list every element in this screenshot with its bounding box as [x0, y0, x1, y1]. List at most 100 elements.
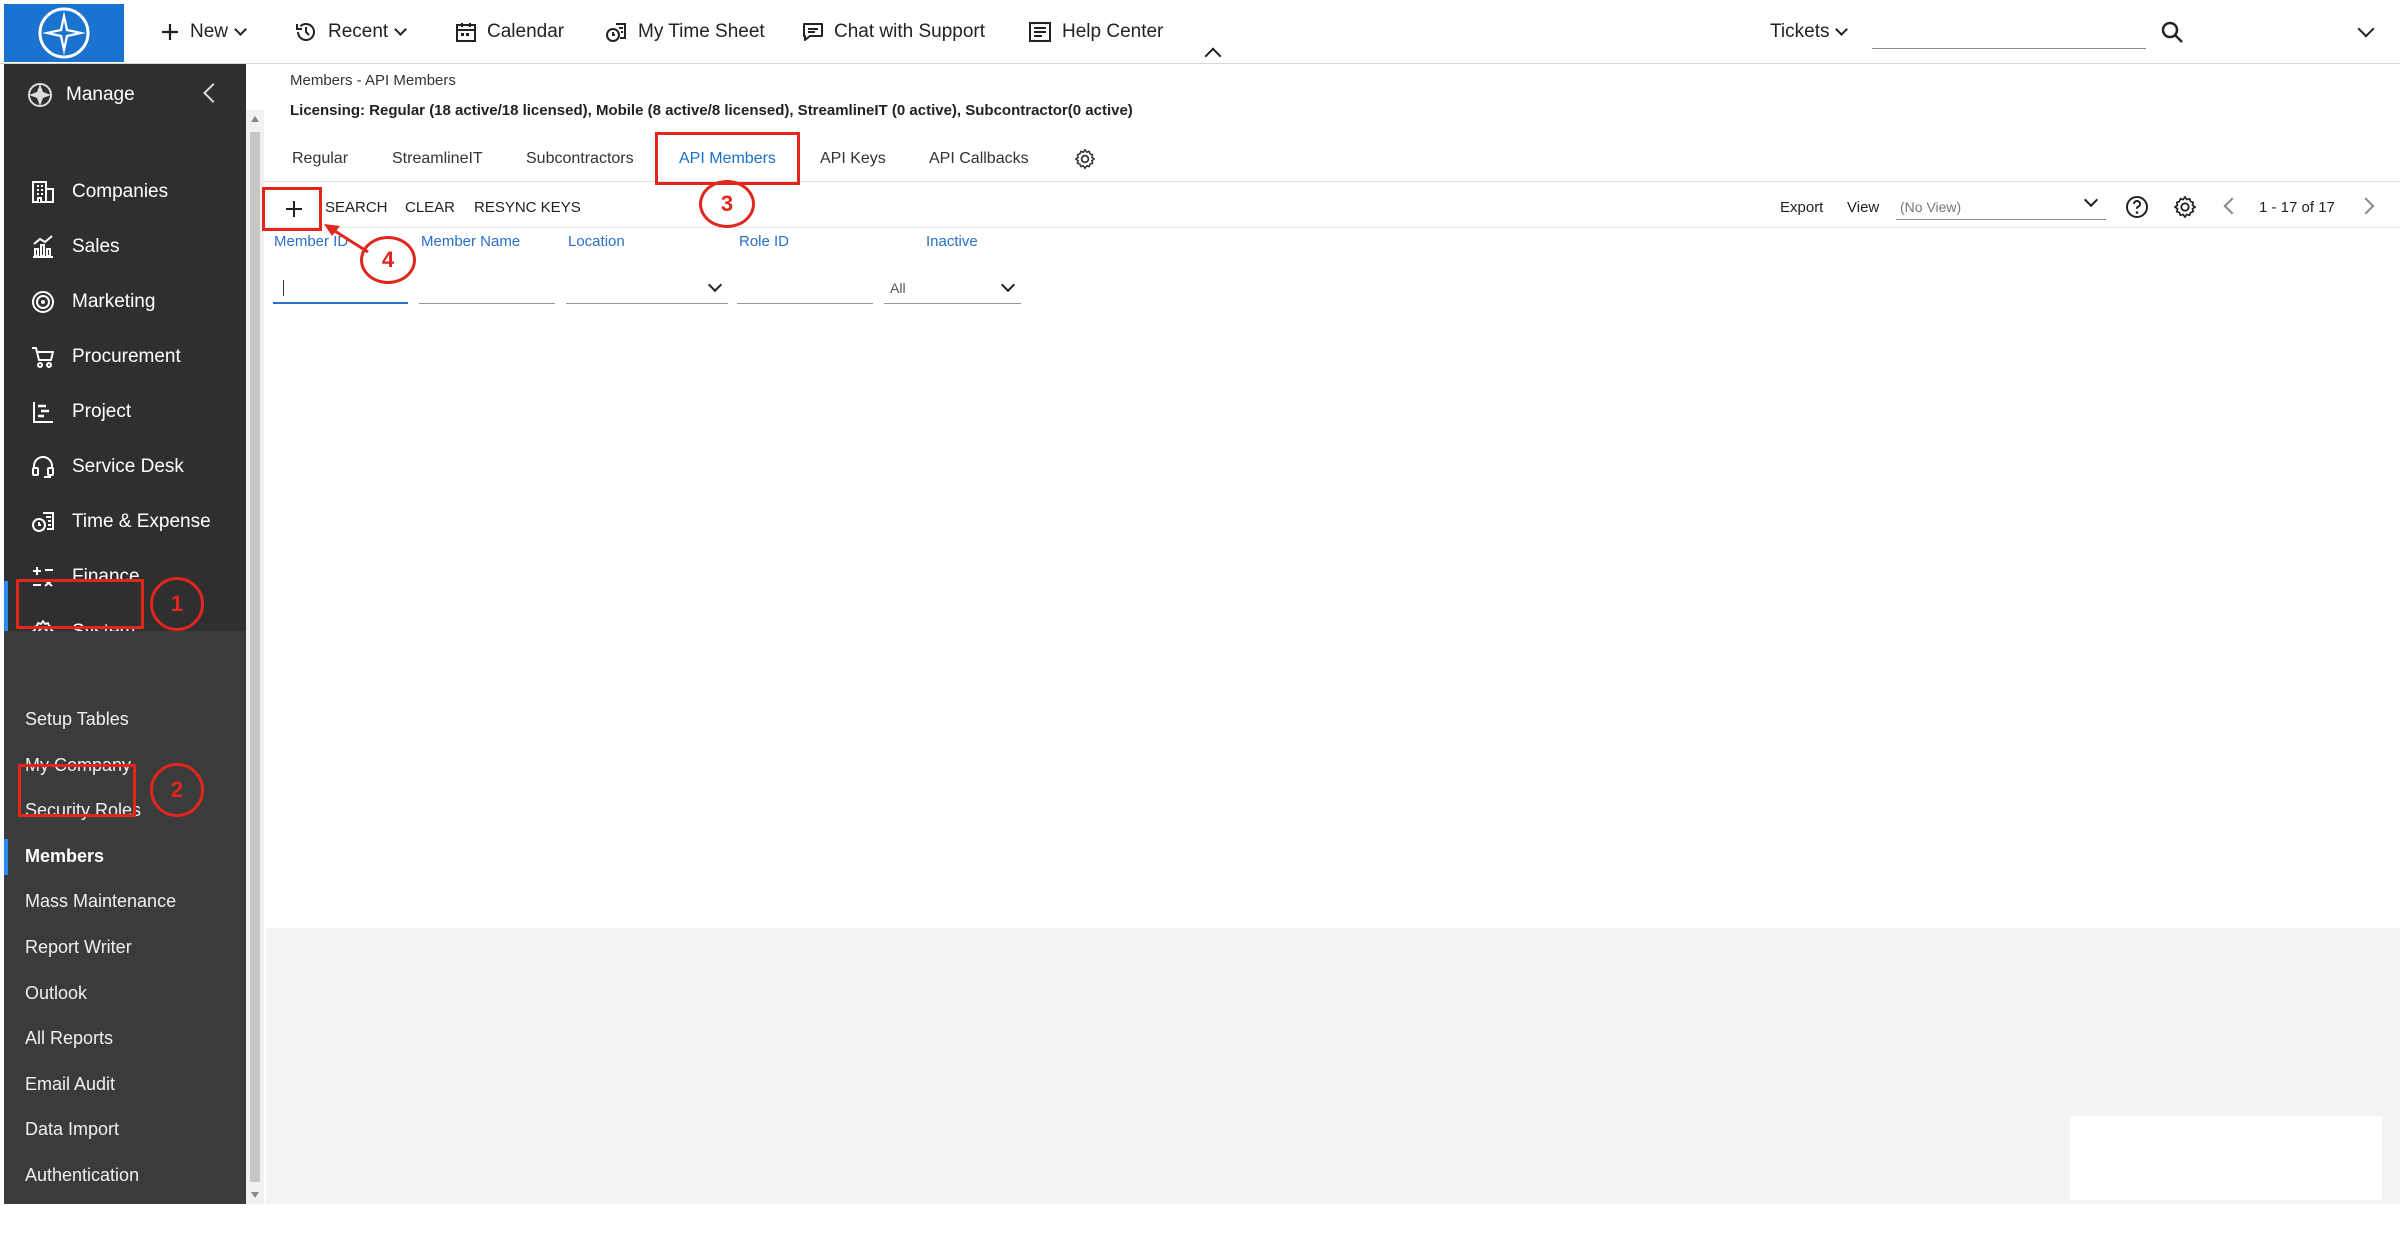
top-search-input[interactable]	[1872, 48, 2146, 49]
search-icon	[2160, 20, 2184, 44]
sales-chart-icon	[28, 232, 58, 262]
overlay-panel	[2070, 1116, 2382, 1200]
sidebar-item-companies[interactable]: Companies	[4, 165, 246, 219]
manage-label: Manage	[66, 84, 135, 105]
chat-label: Chat with Support	[834, 21, 986, 42]
column-header-role-id[interactable]: Role ID	[739, 233, 789, 250]
submenu-setup-tables[interactable]: Setup Tables	[4, 708, 246, 731]
chat-icon	[802, 21, 824, 43]
submenu-authentication[interactable]: Authentication	[4, 1164, 246, 1187]
pager-text: 1 - 17 of 17	[2259, 199, 2335, 216]
time-expense-icon	[28, 507, 58, 537]
scroll-down-icon[interactable]	[251, 1192, 259, 1198]
tickets-label: Tickets	[1770, 21, 1830, 42]
timesheet-icon	[604, 20, 628, 44]
submenu-all-reports[interactable]: All Reports	[4, 1027, 246, 1050]
chevron-down-icon	[2357, 20, 2375, 38]
top-bar: New Recent Calendar My Time Sheet Chat w…	[0, 0, 2400, 65]
search-grid-button[interactable]: SEARCH	[325, 199, 388, 216]
scroll-up-icon[interactable]	[251, 116, 259, 122]
submenu-members[interactable]: Members	[4, 839, 246, 875]
sidebar-item-label: Project	[72, 401, 132, 422]
submenu-outlook[interactable]: Outlook	[4, 982, 246, 1005]
chevron-down-icon	[394, 22, 408, 36]
export-button[interactable]: Export	[1780, 199, 1823, 216]
tabs-divider	[264, 181, 2400, 182]
help-icon[interactable]	[2125, 195, 2149, 223]
tab-subcontractors[interactable]: Subcontractors	[526, 150, 634, 168]
annotation-box-add-button	[262, 187, 322, 231]
sidebar-item-label: Time & Expense	[72, 511, 211, 532]
sidebar-item-procurement[interactable]: Procurement	[4, 330, 246, 384]
next-page-icon[interactable]	[2357, 197, 2376, 215]
clear-button[interactable]: CLEAR	[405, 199, 455, 216]
column-header-inactive[interactable]: Inactive	[926, 233, 978, 250]
headset-icon	[28, 452, 58, 482]
project-icon	[28, 397, 58, 427]
tab-api-keys[interactable]: API Keys	[820, 150, 886, 168]
sidebar-item-label: Sales	[72, 236, 120, 257]
sidebar-scrollbar[interactable]	[246, 110, 264, 1204]
filter-role-id-input[interactable]	[737, 272, 873, 304]
calendar-link[interactable]: Calendar	[455, 0, 564, 64]
previous-page-icon[interactable]	[2222, 197, 2241, 215]
calendar-icon	[455, 21, 477, 43]
annotation-arrow	[324, 224, 369, 254]
tab-api-callbacks[interactable]: API Callbacks	[929, 150, 1029, 168]
sidebar-item-label: Companies	[72, 181, 169, 202]
calendar-label: Calendar	[487, 21, 565, 42]
resync-keys-button[interactable]: RESYNC KEYS	[474, 199, 581, 216]
connectwise-logo[interactable]	[4, 4, 124, 62]
filter-inactive-select[interactable]: All	[884, 272, 1021, 304]
search-button[interactable]	[2160, 0, 2194, 64]
building-icon	[28, 177, 58, 207]
collapse-header-icon[interactable]	[1204, 47, 1222, 65]
sidebar-item-sales[interactable]: Sales	[4, 220, 246, 274]
breadcrumb: Members - API Members	[290, 72, 456, 89]
filter-location-select[interactable]	[566, 272, 728, 304]
column-header-member-name[interactable]: Member Name	[421, 233, 520, 250]
submenu-email-audit[interactable]: Email Audit	[4, 1073, 246, 1096]
annotation-marker-3: 3	[699, 180, 755, 228]
sidebar-item-service-desk[interactable]: Service Desk	[4, 440, 246, 494]
recent-label: Recent	[328, 21, 389, 42]
sidebar-item-time-expense[interactable]: Time & Expense	[4, 495, 246, 549]
new-menu[interactable]: New	[160, 0, 247, 64]
chevron-down-icon	[707, 277, 723, 293]
filter-member-name-input[interactable]	[419, 272, 555, 304]
submenu-data-import[interactable]: Data Import	[4, 1118, 246, 1141]
help-center-icon	[1028, 21, 1052, 43]
recent-menu[interactable]: Recent	[294, 0, 408, 64]
chat-with-support-link[interactable]: Chat with Support	[802, 0, 985, 64]
bottom-strip	[0, 1204, 2400, 1234]
my-time-sheet-link[interactable]: My Time Sheet	[604, 0, 765, 64]
view-select[interactable]: (No View)	[1896, 190, 2106, 220]
column-header-location[interactable]: Location	[568, 233, 625, 250]
annotation-box-api-members-tab	[655, 132, 800, 185]
tab-settings-gear-icon[interactable]	[1074, 148, 1096, 175]
chevron-down-icon	[1000, 277, 1016, 293]
submenu-report-writer[interactable]: Report Writer	[4, 936, 246, 959]
help-center-link[interactable]: Help Center	[1028, 0, 1163, 64]
text-cursor	[283, 280, 284, 296]
scrollbar-thumb[interactable]	[250, 132, 260, 1182]
annotation-marker-2: 2	[150, 763, 204, 817]
user-menu-toggle[interactable]	[2352, 0, 2375, 64]
sidebar-item-label: Marketing	[72, 291, 156, 312]
sidebar-item-marketing[interactable]: Marketing	[4, 275, 246, 329]
sidebar-item-label: Service Desk	[72, 456, 184, 477]
system-submenu: Setup Tables My Company Security Roles Memb…	[4, 631, 246, 1204]
tab-regular[interactable]: Regular	[292, 150, 348, 168]
chevron-down-icon	[234, 22, 247, 36]
app-window: New Recent Calendar My Time Sheet Chat w…	[0, 0, 2400, 1234]
tickets-dropdown[interactable]: Tickets	[1770, 0, 1849, 64]
grid-settings-gear-icon[interactable]	[2173, 195, 2197, 223]
cart-icon	[28, 342, 58, 372]
new-label: New	[190, 21, 229, 42]
tab-bar: Regular StreamlineIT Subcontractors API …	[270, 136, 2400, 182]
tab-streamlineit[interactable]: StreamlineIT	[392, 150, 483, 168]
annotation-marker-1: 1	[150, 577, 204, 631]
timesheet-label: My Time Sheet	[638, 21, 765, 42]
submenu-mass-maintenance[interactable]: Mass Maintenance	[4, 890, 246, 913]
sidebar-item-project[interactable]: Project	[4, 385, 246, 439]
